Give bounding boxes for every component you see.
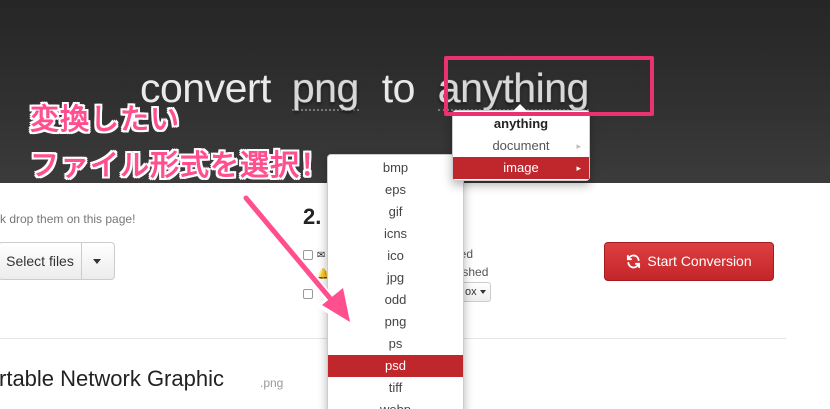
annotation-highlight-box	[444, 56, 654, 116]
format-option-odd[interactable]: odd	[328, 289, 463, 311]
format-option-webp[interactable]: webp	[328, 399, 463, 409]
annotation-line-2: ファイル形式を選択！	[30, 150, 331, 182]
menu-title-anything[interactable]: anything	[453, 113, 589, 135]
format-option-ico[interactable]: ico	[328, 245, 463, 267]
format-info-extension: .png	[260, 376, 284, 390]
format-option-tiff[interactable]: tiff	[328, 377, 463, 399]
select-files-label: Select files	[6, 253, 74, 269]
menu-category-label: image	[503, 160, 539, 175]
format-option-ps[interactable]: ps	[328, 333, 463, 355]
format-option-eps[interactable]: eps	[328, 179, 463, 201]
source-format-picker[interactable]: png	[291, 67, 359, 111]
start-conversion-label: Start Conversion	[647, 253, 752, 269]
format-option-psd[interactable]: psd	[328, 355, 463, 377]
format-option-png[interactable]: png	[328, 311, 463, 333]
option-checkbox[interactable]	[303, 249, 313, 260]
start-conversion-button[interactable]: Start Conversion	[604, 242, 774, 281]
select-files-button[interactable]: Select files	[0, 242, 115, 280]
caret-down-icon	[479, 290, 486, 295]
format-option-jpg[interactable]: jpg	[328, 267, 463, 289]
headline-connector: to	[381, 65, 416, 111]
step-2-number: 2.	[303, 204, 322, 229]
chevron-down-icon[interactable]	[93, 259, 101, 264]
mail-icon: ✉	[317, 250, 326, 261]
annotation-line-1: 変換したい	[30, 104, 181, 136]
option-checkbox[interactable]	[303, 288, 313, 299]
format-info-title: rtable Network Graphic	[0, 366, 224, 391]
format-option-gif[interactable]: gif	[328, 201, 463, 223]
format-option-bmp[interactable]: bmp	[328, 157, 463, 179]
option-row-email[interactable]: ✉	[303, 247, 325, 261]
menu-category-document[interactable]: document ▸	[453, 135, 589, 157]
button-separator	[81, 243, 82, 279]
option-row-save[interactable]	[303, 286, 313, 300]
image-format-list: bmpepsgificnsicojpgoddpngpspsdtiffwebp	[328, 155, 463, 409]
menu-category-image[interactable]: image ▸	[453, 157, 589, 179]
target-format-menu: anything document ▸ image ▸	[452, 104, 590, 181]
chevron-right-icon: ▸	[576, 163, 581, 173]
format-option-icns[interactable]: icns	[328, 223, 463, 245]
image-format-submenu: bmpepsgificnsicojpgoddpngpspsdtiffwebp	[327, 154, 464, 409]
menu-category-label: document	[492, 138, 550, 153]
chevron-right-icon: ▸	[576, 141, 581, 151]
option-row-notify[interactable]: 🔔	[303, 266, 329, 280]
drop-hint: k drop them on this page!	[0, 212, 136, 226]
refresh-icon	[627, 254, 641, 269]
